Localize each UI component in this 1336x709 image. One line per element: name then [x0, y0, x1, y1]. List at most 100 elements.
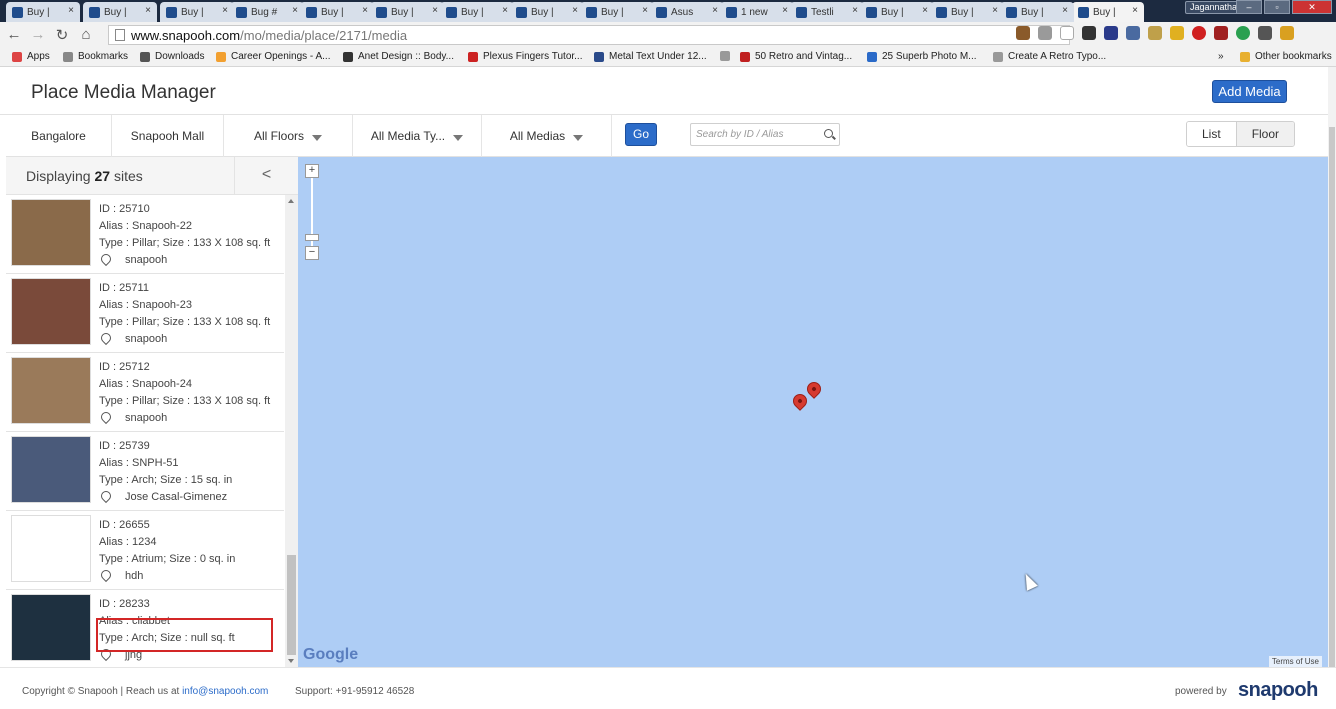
browser-tab[interactable]: Buy | ×	[83, 2, 157, 22]
collapse-sidebar-button[interactable]: <	[234, 157, 298, 195]
browser-tab[interactable]: Buy | ×	[580, 2, 654, 22]
menu-icon[interactable]	[1280, 26, 1294, 40]
terms-link[interactable]: Terms of Use	[1268, 656, 1322, 667]
close-window-button[interactable]: ✕	[1292, 0, 1332, 14]
site-list-item[interactable]: ID : 25712 Alias : Snapooh-24 Type : Pilla…	[6, 353, 284, 432]
extension-icon[interactable]	[1192, 26, 1206, 40]
browser-tab[interactable]: Buy | ×	[370, 2, 444, 22]
page-scroll-thumb[interactable]	[1329, 127, 1335, 667]
close-tab-icon[interactable]: ×	[362, 5, 368, 16]
bookmark-item[interactable]: »	[1218, 51, 1224, 62]
close-tab-icon[interactable]: ×	[572, 5, 578, 16]
go-button[interactable]: Go	[625, 123, 657, 146]
bookmark-item[interactable]: Create A Retro Typo...	[993, 51, 1106, 62]
close-tab-icon[interactable]: ×	[145, 5, 151, 16]
floor-view-button[interactable]: Floor	[1235, 122, 1295, 146]
close-tab-icon[interactable]: ×	[432, 5, 438, 16]
page-scrollbar[interactable]	[1328, 67, 1336, 667]
minimize-button[interactable]: –	[1236, 0, 1262, 14]
site-location-label: snapooh	[125, 412, 168, 424]
close-tab-icon[interactable]: ×	[782, 5, 788, 16]
mall-filter[interactable]: Snapooh Mall	[112, 115, 224, 157]
browser-tab[interactable]: Buy | ×	[160, 2, 234, 22]
bookmark-item[interactable]: Anet Design :: Body...	[343, 51, 454, 62]
extension-icon[interactable]	[1038, 26, 1052, 40]
extension-icon[interactable]	[1258, 26, 1272, 40]
browser-tab[interactable]: Buy | ×	[860, 2, 934, 22]
bookmark-item[interactable]	[720, 51, 735, 61]
bookmark-item[interactable]: Other bookmarks	[1240, 51, 1332, 62]
map-view[interactable]: + − Google Terms of Use	[298, 157, 1328, 667]
bookmark-item[interactable]: Career Openings - A...	[216, 51, 331, 62]
bookmark-item[interactable]: 50 Retro and Vintag...	[740, 51, 852, 62]
search-icon[interactable]	[824, 129, 833, 138]
list-view-button[interactable]: List	[1187, 122, 1236, 146]
browser-tab[interactable]: Buy | ×	[930, 2, 1004, 22]
add-media-button[interactable]: Add Media	[1212, 80, 1287, 103]
close-tab-icon[interactable]: ×	[222, 5, 228, 16]
extension-icon[interactable]	[1148, 26, 1162, 40]
browser-tab[interactable]: Testli ×	[790, 2, 864, 22]
browser-tab[interactable]: Asus ×	[650, 2, 724, 22]
address-bar[interactable]: www.snapooh.com /mo/media/place/2171/med…	[108, 25, 1070, 45]
extension-icon[interactable]	[1016, 26, 1030, 40]
site-list-item[interactable]: ID : 25739 Alias : SNPH-51 Type : Arch; Si…	[6, 432, 284, 511]
bookmark-item[interactable]: 25 Superb Photo M...	[867, 51, 977, 62]
bookmark-item[interactable]: Apps	[12, 51, 50, 62]
sidebar-scrollbar[interactable]	[285, 195, 298, 667]
back-icon[interactable]: ←	[4, 26, 24, 43]
forward-icon[interactable]: →	[28, 26, 48, 43]
bookmark-item[interactable]: Metal Text Under 12...	[594, 51, 707, 62]
star-icon[interactable]	[1060, 26, 1074, 40]
browser-tab[interactable]: Buy | ×	[1000, 2, 1074, 22]
browser-tab[interactable]: Buy | ×	[300, 2, 374, 22]
reload-icon[interactable]: ↻	[52, 26, 72, 44]
close-tab-icon[interactable]: ×	[502, 5, 508, 16]
extension-icon[interactable]	[1126, 26, 1140, 40]
close-tab-icon[interactable]: ×	[712, 5, 718, 16]
close-tab-icon[interactable]: ×	[852, 5, 858, 16]
browser-tab[interactable]: Buy | ×	[1072, 2, 1144, 22]
bookmark-item[interactable]: Downloads	[140, 51, 204, 62]
map-marker[interactable]	[804, 379, 824, 399]
close-tab-icon[interactable]: ×	[1132, 5, 1138, 16]
maximize-button[interactable]: ▫	[1264, 0, 1290, 14]
bookmark-item[interactable]: Bookmarks	[63, 51, 128, 62]
profile-chip[interactable]: Jagannatha	[1184, 1, 1242, 14]
browser-tab[interactable]: Buy | ×	[510, 2, 584, 22]
zoom-handle[interactable]	[305, 234, 319, 241]
city-filter[interactable]: Bangalore	[6, 115, 112, 157]
browser-tab[interactable]: Bug # ×	[230, 2, 304, 22]
media-type-dropdown[interactable]: All Media Ty...	[353, 115, 482, 157]
extension-icon[interactable]	[1214, 26, 1228, 40]
close-tab-icon[interactable]: ×	[292, 5, 298, 16]
browser-tab[interactable]: 1 new ×	[720, 2, 794, 22]
extension-icon[interactable]	[1236, 26, 1250, 40]
scroll-down-icon[interactable]	[288, 659, 294, 663]
extension-icon[interactable]	[1104, 26, 1118, 40]
close-tab-icon[interactable]: ×	[992, 5, 998, 16]
site-list-item[interactable]: ID : 25710 Alias : Snapooh-22 Type : Pilla…	[6, 195, 284, 274]
zoom-out-button[interactable]: −	[305, 246, 319, 260]
email-link[interactable]: info@snapooh.com	[182, 686, 268, 697]
close-tab-icon[interactable]: ×	[642, 5, 648, 16]
extension-icon[interactable]	[1082, 26, 1096, 40]
bookmark-item[interactable]: Plexus Fingers Tutor...	[468, 51, 583, 62]
floors-dropdown[interactable]: All Floors	[224, 115, 353, 157]
browser-tab[interactable]: Buy | ×	[6, 2, 80, 22]
browser-tab[interactable]: Buy | ×	[440, 2, 514, 22]
home-icon[interactable]: ⌂	[76, 26, 96, 43]
snapooh-logo[interactable]: snapooh	[1238, 679, 1318, 702]
site-list-item[interactable]: ID : 26655 Alias : 1234 Type : Atrium; Siz…	[6, 511, 284, 590]
close-tab-icon[interactable]: ×	[68, 5, 74, 16]
close-tab-icon[interactable]: ×	[1062, 5, 1068, 16]
medias-dropdown[interactable]: All Medias	[482, 115, 612, 157]
close-tab-icon[interactable]: ×	[922, 5, 928, 16]
extension-icon[interactable]	[1170, 26, 1184, 40]
search-input[interactable]: Search by ID / Alias	[690, 123, 840, 146]
map-marker[interactable]	[790, 391, 810, 411]
site-list-item[interactable]: ID : 25711 Alias : Snapooh-23 Type : Pilla…	[6, 274, 284, 353]
scroll-thumb[interactable]	[287, 555, 296, 655]
scroll-up-icon[interactable]	[288, 199, 294, 203]
zoom-in-button[interactable]: +	[305, 164, 319, 178]
